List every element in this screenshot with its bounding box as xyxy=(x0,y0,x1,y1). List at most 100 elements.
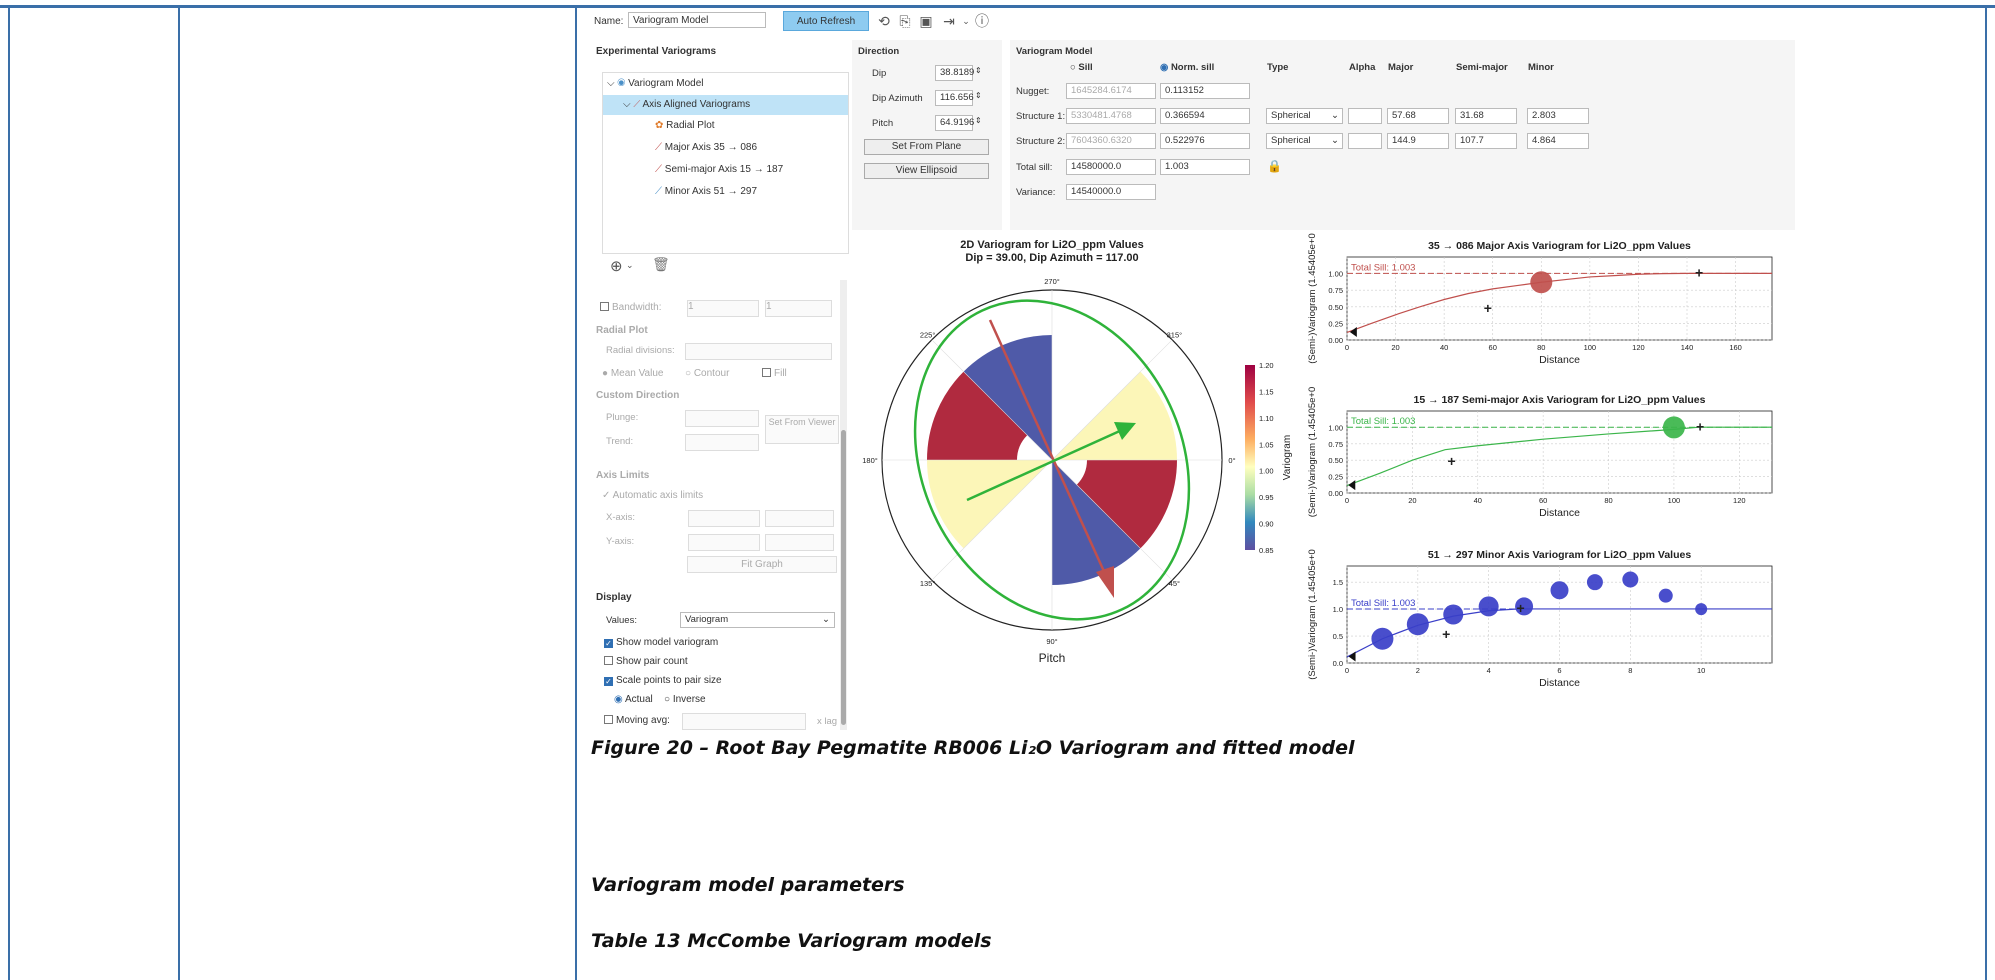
x-lag-label: x lag xyxy=(817,716,838,727)
structure1-type-select[interactable]: Spherical ⌄ xyxy=(1266,108,1343,124)
polar-angle-label: 225° xyxy=(920,331,936,340)
pitch-spinner[interactable]: ⇕ xyxy=(975,116,982,125)
tree-item-minor-axis[interactable]: ⟋ Minor Axis 51 → 297 xyxy=(655,182,757,202)
tree-item-semi-major-axis[interactable]: ⟋ Semi-major Axis 15 → 187 xyxy=(655,160,783,180)
nugget-sill-input[interactable]: 1645284.6174 xyxy=(1066,83,1156,99)
x-tick-label: 8 xyxy=(1628,666,1632,675)
tree-item-variogram-model[interactable]: ⌵ ◉ Variogram Model xyxy=(607,74,703,94)
nugget-norm-input[interactable]: 0.113152 xyxy=(1160,83,1250,99)
radial-divisions-select[interactable] xyxy=(685,343,832,360)
plunge-input[interactable] xyxy=(685,410,759,427)
polar-xlabel: Pitch xyxy=(1039,651,1066,665)
dip-input[interactable]: 38.8189 xyxy=(935,65,974,81)
structure1-major-input[interactable]: 57.68 xyxy=(1387,108,1449,124)
export-icon[interactable]: ⇥ xyxy=(940,12,958,30)
lock-icon[interactable]: 🔒 xyxy=(1267,159,1282,173)
total-sill-label: Total Sill: 1.003 xyxy=(1351,262,1415,273)
dip-azimuth-spinner[interactable]: ⇕ xyxy=(975,91,982,100)
y-tick-label: 0.75 xyxy=(1328,286,1343,295)
tree-item-axis-aligned[interactable]: ⌵ ⟋ Axis Aligned Variograms xyxy=(603,95,848,115)
direction-panel: Direction Dip 38.8189 ⇕ Dip Azimuth 116.… xyxy=(852,40,1002,230)
trend-input[interactable] xyxy=(685,434,759,451)
moving-avg-input[interactable] xyxy=(682,713,806,730)
structure1-minor-input[interactable]: 2.803 xyxy=(1527,108,1589,124)
fill-checkbox[interactable]: Fill xyxy=(762,368,787,379)
mean-value-radio[interactable]: ● Mean Value xyxy=(602,368,663,379)
set-from-plane-button[interactable]: Set From Plane xyxy=(864,139,989,155)
structure1-sill-input[interactable]: 5330481.4768 xyxy=(1066,108,1156,124)
refresh-icon[interactable]: ⟲ xyxy=(875,12,893,30)
chevron-down-icon[interactable]: ⌄ xyxy=(626,260,634,271)
x-axis-label: Distance xyxy=(1539,677,1580,689)
x-tick-label: 0 xyxy=(1345,343,1349,352)
add-icon[interactable]: ⊕ xyxy=(610,257,623,275)
x-tick-label: 80 xyxy=(1537,343,1545,352)
variance-input[interactable]: 14540000.0 xyxy=(1066,184,1156,200)
chevron-down-icon[interactable]: ⌵ xyxy=(623,99,631,110)
left-scrollbar[interactable] xyxy=(840,280,847,730)
structure1-alpha-input[interactable] xyxy=(1348,108,1382,124)
structure2-minor-input[interactable]: 4.864 xyxy=(1527,133,1589,149)
scale-points-checkbox[interactable]: ✓ Scale points to pair size xyxy=(604,675,722,686)
colorbar-tick: 0.95 xyxy=(1259,493,1274,502)
y-tick-label: 0.5 xyxy=(1333,632,1343,641)
sill-radio[interactable]: ○ Sill xyxy=(1070,62,1093,73)
values-select[interactable]: Variogram ⌄ xyxy=(680,612,835,628)
variogram-point xyxy=(1622,571,1639,588)
structure2-sill-input[interactable]: 7604360.6320 xyxy=(1066,133,1156,149)
fit-graph-button[interactable]: Fit Graph xyxy=(687,556,837,573)
total-sill-input[interactable]: 14580000.0 xyxy=(1066,159,1156,175)
structure2-major-input[interactable]: 144.9 xyxy=(1387,133,1449,149)
total-norm-input[interactable]: 1.003 xyxy=(1160,159,1250,175)
chevron-down-icon[interactable]: ⌵ xyxy=(607,78,615,89)
structure2-alpha-input[interactable] xyxy=(1348,133,1382,149)
structure2-norm-input[interactable]: 0.522976 xyxy=(1160,133,1250,149)
table-border-left xyxy=(8,5,10,980)
total-sill-label: Total Sill: 1.003 xyxy=(1351,598,1415,609)
contour-radio[interactable]: ○ Contour xyxy=(685,368,729,379)
auto-refresh-button[interactable]: Auto Refresh xyxy=(783,11,869,31)
pitch-input[interactable]: 64.9196 xyxy=(935,115,974,131)
automatic-axis-limits-checkbox[interactable]: ✓ Automatic axis limits xyxy=(602,490,703,501)
table-caption: Table 13 McCombe Variogram models xyxy=(591,930,992,952)
name-input[interactable]: Variogram Model xyxy=(628,12,766,28)
save-icon[interactable]: ▣ xyxy=(917,12,935,30)
x-tick-label: 40 xyxy=(1474,496,1482,505)
x-tick-label: 160 xyxy=(1729,343,1742,352)
norm-sill-radio[interactable]: ◉ Norm. sill xyxy=(1160,62,1214,73)
name-label: Name: xyxy=(594,16,624,27)
bandwidth-input-b[interactable]: 1 xyxy=(765,300,832,317)
radial-plot-title: Radial Plot xyxy=(596,325,648,336)
tree-item-radial-plot[interactable]: ✿ Radial Plot xyxy=(655,116,715,136)
copy-icon[interactable]: ⎘ xyxy=(896,12,914,30)
variogram-tree: ⌵ ◉ Variogram Model ⌵ ⟋ Axis Aligned Var… xyxy=(602,72,849,254)
dip-spinner[interactable]: ⇕ xyxy=(975,66,982,75)
figure-caption: Figure 20 – Root Bay Pegmatite RB006 Li₂… xyxy=(591,737,1355,759)
dip-azimuth-input[interactable]: 116.656 xyxy=(935,90,974,106)
help-icon[interactable]: ⓘ xyxy=(973,12,991,30)
subplot-title: 51 → 297 Minor Axis Variogram for Li2O_p… xyxy=(1428,549,1692,561)
structure1-norm-input[interactable]: 0.366594 xyxy=(1160,108,1250,124)
view-ellipsoid-button[interactable]: View Ellipsoid xyxy=(864,163,989,179)
y-tick-label: 0.75 xyxy=(1328,440,1343,449)
tree-item-major-axis[interactable]: ⟋ Major Axis 35 → 086 xyxy=(655,138,757,158)
show-model-variogram-checkbox[interactable]: ✓ Show model variogram xyxy=(604,637,718,648)
y-axis-min[interactable] xyxy=(688,534,760,551)
x-tick-label: 40 xyxy=(1440,343,1448,352)
structure1-semi-input[interactable]: 31.68 xyxy=(1455,108,1517,124)
structure2-semi-input[interactable]: 107.7 xyxy=(1455,133,1517,149)
x-axis-min[interactable] xyxy=(688,510,760,527)
structure2-type-select[interactable]: Spherical ⌄ xyxy=(1266,133,1343,149)
set-from-viewer-button[interactable]: Set From Viewer xyxy=(765,415,839,444)
scrollbar-thumb[interactable] xyxy=(841,430,846,725)
pitch-label: Pitch xyxy=(872,118,894,129)
actual-radio[interactable]: ◉ Actual xyxy=(614,694,653,705)
show-pair-count-checkbox[interactable]: Show pair count xyxy=(604,656,688,667)
x-axis-max[interactable] xyxy=(765,510,834,527)
bandwidth-input-a[interactable]: 1 xyxy=(687,300,759,317)
y-axis-max[interactable] xyxy=(765,534,834,551)
moving-avg-checkbox[interactable]: Moving avg: xyxy=(604,715,670,726)
variogram-point xyxy=(1586,574,1603,591)
inverse-radio[interactable]: ○ Inverse xyxy=(664,694,706,705)
trash-icon[interactable]: 🗑 xyxy=(652,256,670,273)
